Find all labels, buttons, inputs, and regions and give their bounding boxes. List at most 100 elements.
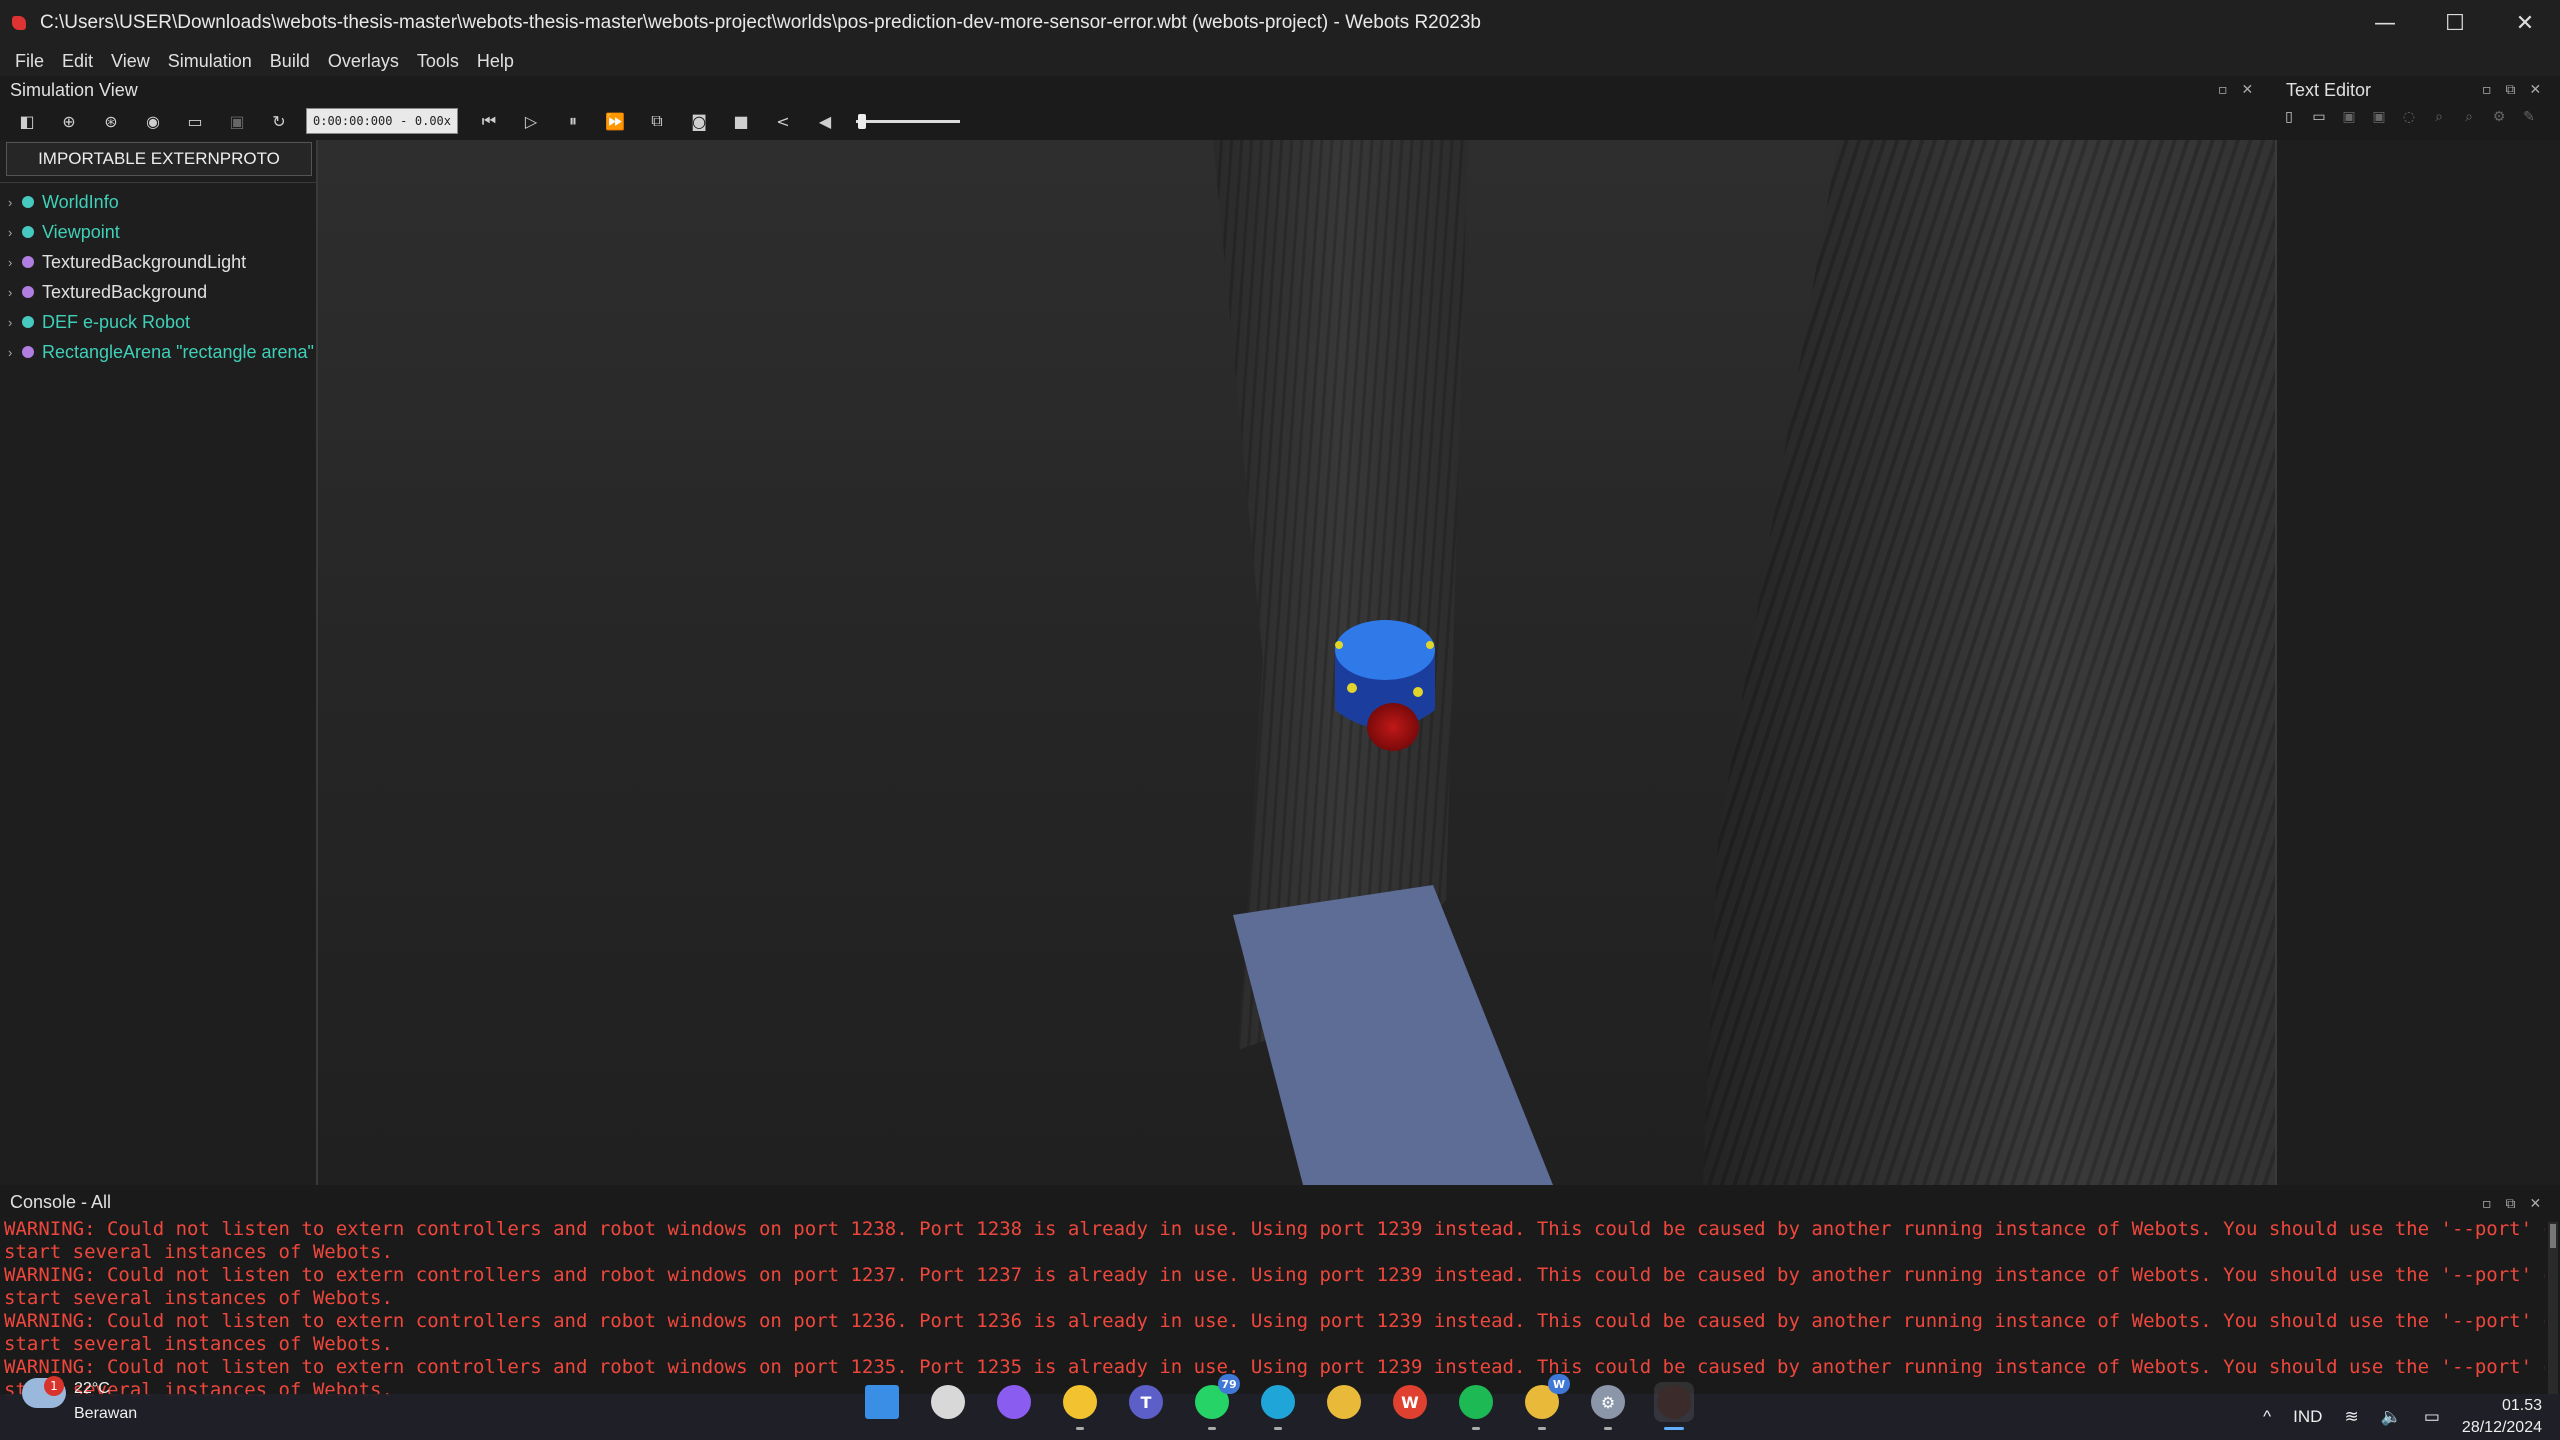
pause-icon[interactable]: ⏸ (558, 108, 588, 134)
expand-chevron-icon[interactable]: › (8, 285, 22, 300)
importable-externproto-button[interactable]: IMPORTABLE EXTERNPROTO (6, 142, 312, 176)
console-panel: Console - All ▫ ⧉ ✕ WARNING: Could not l… (0, 1190, 2560, 1408)
scene-tree-item[interactable]: › RectangleArena "rectangle arena" (0, 337, 316, 367)
taskbar-teams-icon[interactable]: T (1126, 1382, 1166, 1422)
share-icon[interactable]: < (768, 108, 798, 134)
menu-file[interactable]: File (6, 51, 53, 72)
replace-icon[interactable]: ⌕ (2460, 108, 2478, 126)
editor-undock-icon[interactable]: ⧉ (2506, 82, 2516, 98)
save-as-icon[interactable]: ▣ (2370, 108, 2388, 126)
console-output[interactable]: WARNING: Could not listen to extern cont… (0, 1218, 2545, 1408)
record-movie-icon[interactable]: ■ (726, 108, 756, 134)
wifi-icon[interactable]: ≋ (2344, 1407, 2358, 1427)
running-indicator (1664, 1427, 1684, 1430)
running-indicator (1538, 1427, 1546, 1430)
editor-float-icon[interactable]: ▫ (2482, 82, 2492, 98)
console-title: Console - All (10, 1192, 112, 1212)
battery-icon[interactable]: ▭ (2424, 1407, 2440, 1427)
menu-edit[interactable]: Edit (53, 51, 102, 72)
taskbar-settings-icon[interactable]: ⚙ (1588, 1382, 1628, 1430)
float-panel-icon[interactable]: ▫ (2218, 82, 2228, 98)
step-icon[interactable]: ▷ (516, 108, 546, 134)
scene-tree-item[interactable]: › DEF e-puck Robot (0, 307, 316, 337)
expand-chevron-icon[interactable]: › (8, 315, 22, 330)
scene-tree-list: › WorldInfo › Viewpoint › TexturedBackgroundL… (0, 182, 316, 1182)
build-icon[interactable]: ⚙ (2490, 108, 2508, 126)
maximize-button[interactable]: ☐ (2420, 0, 2490, 46)
scene-tree-item[interactable]: › WorldInfo (0, 187, 316, 217)
taskbar-copilot-icon[interactable] (994, 1382, 1034, 1422)
expand-chevron-icon[interactable]: › (8, 345, 22, 360)
reload-world-icon[interactable]: ↻ (264, 108, 294, 134)
expand-chevron-icon[interactable]: › (8, 225, 22, 240)
taskbar-chrome-icon[interactable] (1324, 1382, 1364, 1422)
add-node-icon[interactable]: ⊕ (54, 108, 84, 134)
console-scrollbar-thumb[interactable] (2550, 1224, 2556, 1248)
mute-volume-icon[interactable]: ◀ (810, 108, 840, 134)
scene-render (1213, 140, 2275, 1185)
menu-overlays[interactable]: Overlays (319, 51, 408, 72)
console-line: start several instances of Webots. (4, 1287, 393, 1309)
screenshot-icon[interactable]: ◙ (684, 108, 714, 134)
taskbar-start-icon[interactable] (862, 1382, 902, 1422)
taskbar-edge-icon[interactable] (1258, 1382, 1298, 1430)
clean-icon[interactable]: ✎ (2520, 108, 2538, 126)
taskbar-webots-icon[interactable] (1654, 1382, 1694, 1430)
expand-chevron-icon[interactable]: › (8, 255, 22, 270)
taskbar-chrome-profile-icon[interactable]: W (1522, 1374, 1570, 1430)
minimize-button[interactable]: — (2350, 0, 2420, 46)
scene-tree-item[interactable]: › Viewpoint (0, 217, 316, 247)
scene-tree-panel: IMPORTABLE EXTERNPROTO › WorldInfo › Viewpo… (0, 140, 318, 1185)
console-close-icon[interactable]: ✕ (2530, 1196, 2542, 1212)
menu-simulation[interactable]: Simulation (159, 51, 261, 72)
simulation-time: 0:00:00:000 (313, 114, 393, 128)
show-hidden-icons-chevron-icon[interactable]: ^ (2263, 1407, 2271, 1427)
taskbar-file-explorer-icon[interactable] (1060, 1382, 1100, 1430)
scene-tree-item[interactable]: › TexturedBackground (0, 277, 316, 307)
console-scrollbar[interactable] (2548, 1222, 2558, 1402)
taskbar-whatsapp-icon[interactable]: 79 (1192, 1374, 1240, 1430)
console-float-icon[interactable]: ▫ (2482, 1196, 2492, 1212)
save-world-icon[interactable]: ▣ (222, 108, 252, 134)
taskbar-spotify-icon[interactable] (1456, 1382, 1496, 1430)
close-button[interactable]: ✕ (2490, 0, 2560, 46)
input-language[interactable]: IND (2293, 1407, 2322, 1427)
fast-forward-icon[interactable]: ⏩ (600, 108, 630, 134)
reset-simulation-icon[interactable]: ⏮ (474, 108, 504, 134)
menu-help[interactable]: Help (468, 51, 523, 72)
view-eye-icon[interactable]: ◉ (138, 108, 168, 134)
open-file-icon[interactable]: ▭ (2310, 108, 2328, 126)
taskbar-wps-icon[interactable]: W (1390, 1382, 1430, 1422)
restore-viewpoint-icon[interactable]: ⊛ (96, 108, 126, 134)
close-panel-icon[interactable]: ✕ (2242, 82, 2254, 98)
menu-bar: File Edit View Simulation Build Overlays… (0, 46, 2560, 76)
3d-viewport[interactable] (318, 140, 2275, 1185)
find-icon[interactable]: ⌕ (2430, 108, 2448, 126)
node-type-icon (22, 196, 34, 208)
menu-build[interactable]: Build (261, 51, 319, 72)
node-type-icon (22, 256, 34, 268)
task-view-glyph (931, 1385, 965, 1419)
volume-slider[interactable] (856, 108, 960, 134)
new-file-icon[interactable]: ▯ (2280, 108, 2298, 126)
taskbar-clock[interactable]: 01.53 28/12/2024 (2462, 1395, 2542, 1439)
taskbar-task-view-icon[interactable] (928, 1382, 968, 1422)
scene-tree-item[interactable]: › TexturedBackgroundLight (0, 247, 316, 277)
open-world-icon[interactable]: ▭ (180, 108, 210, 134)
simulation-toolbar: ◧ ⊕ ⊛ ◉ ▭ ▣ ↻ 0:00:00:000 - 0.00x ⏮ ▷ ⏸ … (0, 106, 1010, 136)
save-file-icon[interactable]: ▣ (2340, 108, 2358, 126)
menu-view[interactable]: View (102, 51, 159, 72)
editor-close-icon[interactable]: ✕ (2530, 82, 2542, 98)
toggle-scene-tree-icon[interactable]: ◧ (12, 108, 42, 134)
volume-icon[interactable]: 🔈 (2381, 1407, 2402, 1427)
scene-tree-item-label: RectangleArena "rectangle arena" (42, 341, 314, 362)
running-indicator (1472, 1427, 1480, 1430)
expand-chevron-icon[interactable]: › (8, 195, 22, 210)
revert-icon[interactable]: ◌ (2400, 108, 2418, 126)
floor-tile (1233, 885, 1553, 1185)
menu-tools[interactable]: Tools (408, 51, 468, 72)
start-glyph (865, 1385, 899, 1419)
console-undock-icon[interactable]: ⧉ (2506, 1196, 2516, 1212)
volume-knob[interactable] (858, 114, 866, 129)
rendering-icon[interactable]: ⧉ (642, 108, 672, 134)
